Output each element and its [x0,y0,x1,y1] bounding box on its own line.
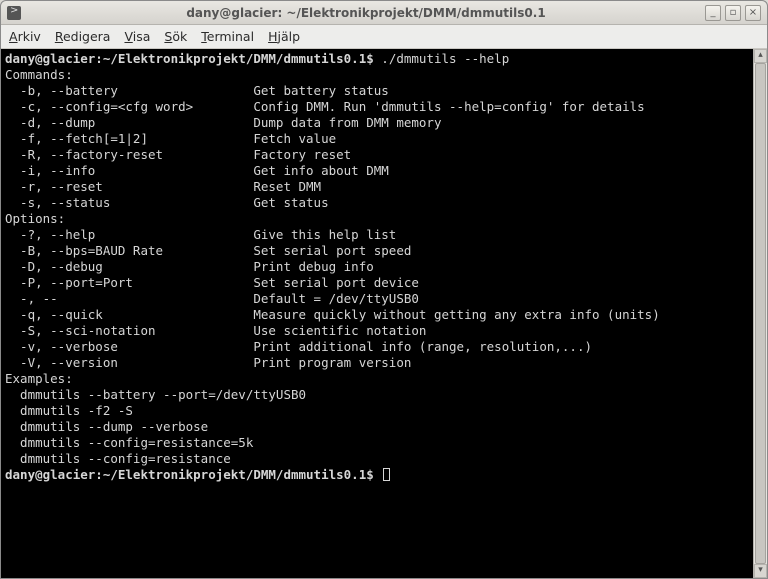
menu-redigera-rest: edigera [63,29,111,44]
menu-redigera[interactable]: Redigera [55,29,111,44]
minimize-button[interactable]: _ [705,5,721,21]
scrollbar[interactable]: ▴ ▾ [753,49,767,578]
terminal-output[interactable]: dany@glacier:~/Elektronikprojekt/DMM/dmm… [1,49,767,578]
maximize-button[interactable]: ▫ [725,5,741,21]
menu-sok-rest: ök [172,29,187,44]
cursor [383,468,390,481]
titlebar[interactable]: dany@glacier: ~/Elektronikprojekt/DMM/dm… [1,1,767,25]
scroll-down-icon[interactable]: ▾ [754,564,767,578]
menu-hjalp[interactable]: Hjälp [268,29,300,44]
menubar: Arkiv Redigera Visa Sök Terminal Hjälp [1,25,767,49]
menu-visa[interactable]: Visa [124,29,150,44]
scroll-track[interactable] [754,63,767,564]
scroll-up-icon[interactable]: ▴ [754,49,767,63]
menu-terminal[interactable]: Terminal [201,29,254,44]
terminal-icon [7,6,21,20]
menu-hjalp-rest: jälp [277,29,300,44]
terminal-window: dany@glacier: ~/Elektronikprojekt/DMM/dm… [0,0,768,579]
window-buttons: _ ▫ × [705,5,761,21]
terminal-wrap: dany@glacier:~/Elektronikprojekt/DMM/dmm… [1,49,767,578]
scroll-thumb[interactable] [755,63,766,564]
menu-arkiv-rest: rkiv [18,29,41,44]
menu-terminal-rest: erminal [207,29,254,44]
menu-arkiv[interactable]: Arkiv [9,29,41,44]
window-title: dany@glacier: ~/Elektronikprojekt/DMM/dm… [27,6,705,20]
menu-visa-rest: isa [133,29,151,44]
close-button[interactable]: × [745,5,761,21]
menu-sok[interactable]: Sök [164,29,187,44]
